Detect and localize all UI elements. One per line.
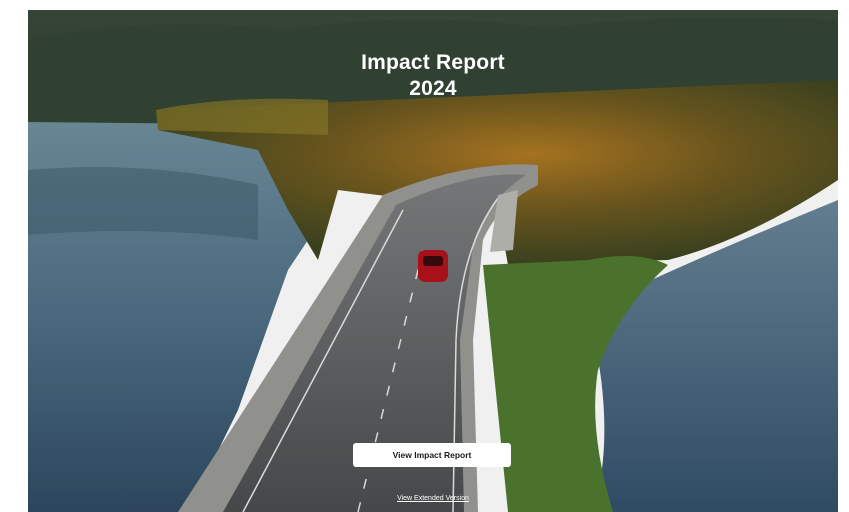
view-extended-version-link[interactable]: View Extended Version	[397, 495, 469, 502]
page-title: Impact Report 2024	[28, 50, 838, 102]
hero-section: Impact Report 2024 View Impact Report Vi…	[28, 10, 838, 512]
view-impact-report-button[interactable]: View Impact Report	[353, 443, 511, 467]
title-line-2: 2024	[409, 77, 457, 100]
secondary-link-wrapper: View Extended Version	[28, 487, 838, 505]
title-line-1: Impact Report	[361, 51, 505, 74]
